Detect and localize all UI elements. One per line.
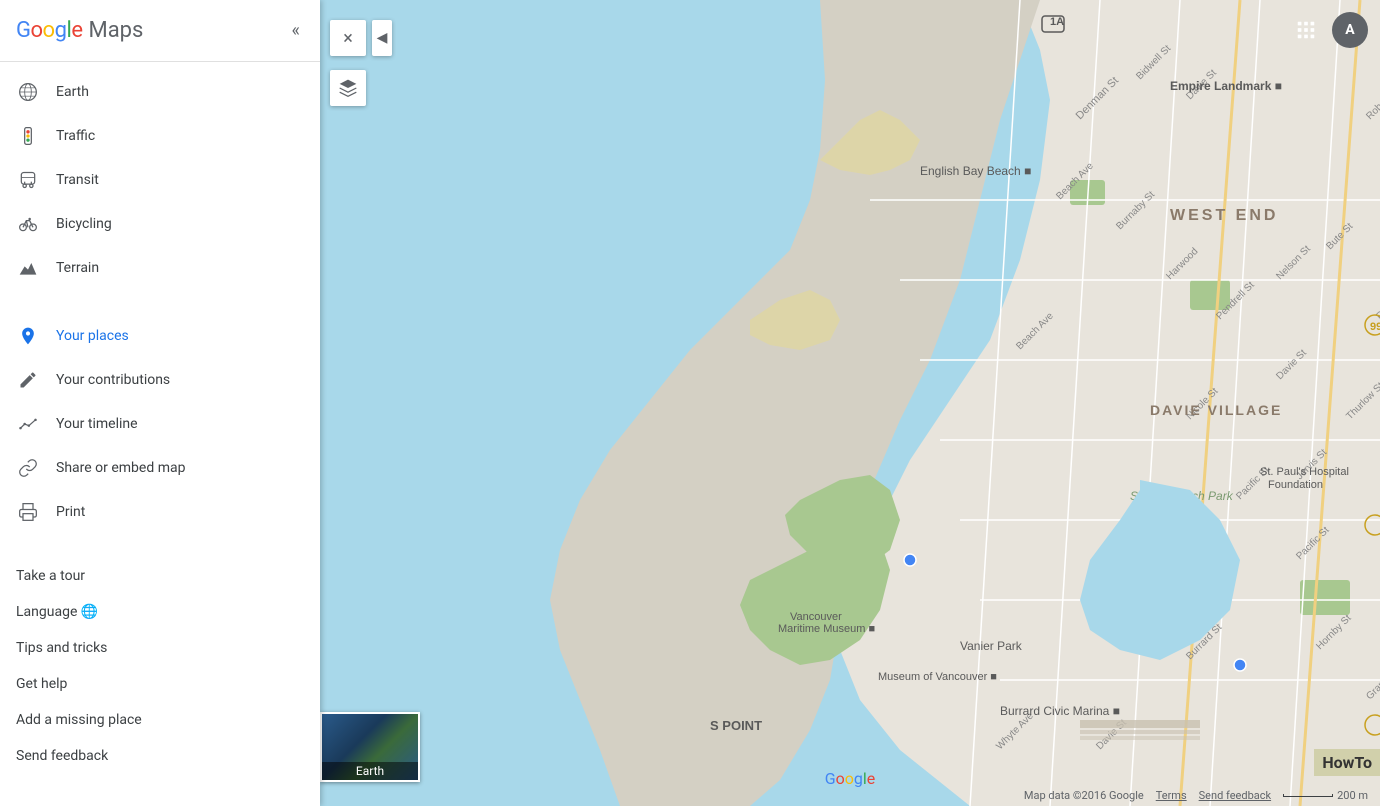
map-bottom-bar: Map data ©2016 Google Terms Send feedbac… [320, 784, 1380, 806]
sidebar-item-tips-tricks[interactable]: Tips and tricks [0, 630, 320, 666]
sidebar-item-take-tour[interactable]: Take a tour [0, 558, 320, 594]
scale-line [1283, 794, 1333, 797]
svg-text:Maritime Museum ■: Maritime Museum ■ [778, 623, 875, 635]
transit-label: Transit [56, 172, 99, 188]
earth-label: Earth [56, 84, 89, 100]
sidebar-item-share-embed[interactable]: Share or embed map [0, 446, 320, 490]
map-layer-toggle[interactable] [330, 70, 366, 106]
top-right-controls: A [1288, 12, 1368, 48]
user-items-section: Your places Your contributions Your time… [0, 306, 320, 542]
logo-e-red: e [71, 18, 82, 43]
map-layers-section: Earth Traffic Transit Bicycling [0, 62, 320, 298]
logo-o-red: o [31, 18, 43, 43]
sidebar-item-search-settings[interactable]: Search settings [0, 798, 320, 806]
link-icon [16, 456, 40, 480]
chevron-left-icon: ◀ [377, 30, 388, 46]
bottom-links-section: Search settings History [0, 790, 320, 806]
bicycle-icon [16, 212, 40, 236]
logo-g-blue2: g [55, 18, 67, 43]
sidebar: Google Maps « Earth Traffic Transit [0, 0, 320, 806]
share-embed-label: Share or embed map [56, 460, 185, 476]
account-button[interactable]: A [1332, 12, 1368, 48]
sidebar-item-your-contributions[interactable]: Your contributions [0, 358, 320, 402]
pin-icon [16, 324, 40, 348]
sidebar-item-bicycling[interactable]: Bicycling [0, 202, 320, 246]
svg-text:S POINT: S POINT [710, 718, 762, 733]
sidebar-item-your-places[interactable]: Your places [0, 314, 320, 358]
sidebar-header: Google Maps « [0, 0, 320, 62]
contributions-icon [16, 368, 40, 392]
sidebar-item-terrain[interactable]: Terrain [0, 246, 320, 290]
layers-icon [338, 78, 358, 98]
sidebar-item-earth[interactable]: Earth [0, 70, 320, 114]
timeline-icon [16, 412, 40, 436]
sidebar-item-your-timeline[interactable]: Your timeline [0, 402, 320, 446]
print-label: Print [56, 504, 85, 520]
svg-text:Burrard Civic Marina ■: Burrard Civic Marina ■ [1000, 704, 1120, 718]
map-data-label: Map data ©2016 Google [1024, 789, 1144, 802]
svg-text:English Bay Beach ■: English Bay Beach ■ [920, 164, 1031, 178]
sidebar-item-language[interactable]: Language 🌐 [0, 594, 320, 630]
google-apps-button[interactable] [1288, 12, 1324, 48]
your-places-label: Your places [56, 328, 129, 344]
logo-g-blue: G [16, 18, 31, 43]
sidebar-item-traffic[interactable]: Traffic [0, 114, 320, 158]
svg-text:St. Paul's Hospital: St. Paul's Hospital [1260, 466, 1349, 478]
print-icon [16, 500, 40, 524]
send-feedback-link[interactable]: Send feedback [1199, 789, 1271, 802]
scale-bar: 200 m [1283, 789, 1368, 802]
svg-text:Foundation: Foundation [1268, 479, 1323, 491]
transit-icon [16, 168, 40, 192]
your-timeline-label: Your timeline [56, 416, 138, 432]
traffic-label: Traffic [56, 128, 95, 144]
svg-text:1A: 1A [1050, 16, 1064, 28]
sidebar-item-add-missing-place[interactable]: Add a missing place [0, 702, 320, 738]
logo-o-yellow: o [43, 18, 55, 43]
svg-text:Empire Landmark ■: Empire Landmark ■ [1170, 79, 1282, 93]
account-initial: A [1345, 22, 1354, 38]
svg-text:Museum of Vancouver ■: Museum of Vancouver ■ [878, 671, 997, 683]
earth-thumbnail-label: Earth [322, 762, 418, 780]
svg-text:Vancouver: Vancouver [790, 611, 842, 623]
your-contributions-label: Your contributions [56, 372, 170, 388]
close-icon: × [343, 28, 353, 49]
svg-text:DAVIE VILLAGE: DAVIE VILLAGE [1150, 402, 1282, 418]
svg-text:WEST END: WEST END [1170, 207, 1278, 224]
sidebar-item-print[interactable]: Print [0, 490, 320, 534]
scale-label: 200 m [1337, 789, 1368, 802]
map-close-button[interactable]: × [330, 20, 366, 56]
svg-text:Vanier Park: Vanier Park [960, 639, 1023, 653]
terms-link[interactable]: Terms [1156, 789, 1187, 802]
map-canvas: Denman St Bidwell St Davie St Beach Ave … [320, 0, 1380, 806]
terrain-label: Terrain [56, 260, 99, 276]
maps-text: Maps [88, 18, 143, 43]
sidebar-item-get-help[interactable]: Get help [0, 666, 320, 702]
map-area[interactable]: Denman St Bidwell St Davie St Beach Ave … [320, 0, 1380, 806]
sidebar-item-transit[interactable]: Transit [0, 158, 320, 202]
map-collapse-button[interactable]: ◀ [372, 20, 392, 56]
traffic-icon [16, 124, 40, 148]
earth-thumbnail[interactable]: Earth [320, 712, 420, 782]
svg-text:99: 99 [1370, 321, 1380, 333]
google-maps-logo: Google Maps [16, 18, 143, 43]
howto-watermark: HowTo [1314, 749, 1380, 776]
terrain-icon [16, 256, 40, 280]
text-links-section: Take a tour Language 🌐 Tips and tricks G… [0, 550, 320, 782]
earth-icon [16, 80, 40, 104]
bicycling-label: Bicycling [56, 216, 112, 232]
grid-icon [1295, 19, 1317, 41]
sidebar-item-send-feedback[interactable]: Send feedback [0, 738, 320, 774]
sidebar-collapse-button[interactable]: « [288, 16, 304, 45]
